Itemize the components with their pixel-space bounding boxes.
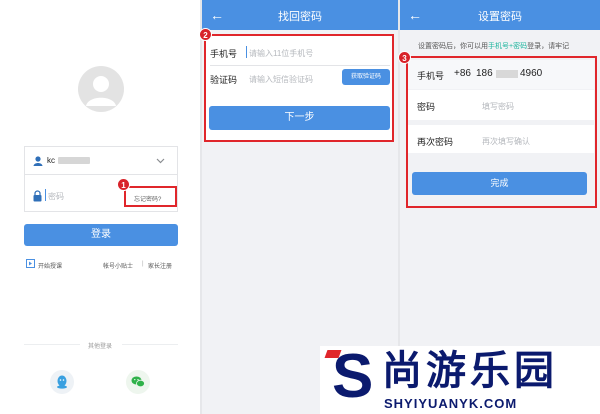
user-icon <box>33 156 43 166</box>
forgot-password-link[interactable]: 忘记密码? <box>134 194 161 203</box>
lock-icon <box>33 190 42 202</box>
recover-titlebar: ← 找回密码 <box>202 0 398 30</box>
parent-register-link[interactable]: 家长注册 <box>148 261 172 270</box>
annotation-box-3 <box>406 56 597 208</box>
username-mosaic <box>58 157 90 164</box>
hint-highlight: 手机号+密码 <box>488 43 528 50</box>
account-tips-link[interactable]: 帐号小贴士 <box>103 261 133 270</box>
setpwd-titlebar: ← 设置密码 <box>400 0 600 30</box>
setpwd-hint: 设置密码后，你可以用手机号+密码登录，请牢记 <box>418 41 569 51</box>
watermark-logo: S <box>324 342 374 411</box>
password-placeholder: 密码 <box>48 192 64 201</box>
watermark-brand: 尚游乐园 <box>382 349 558 393</box>
username-value: kc <box>47 156 55 165</box>
divider-right <box>122 344 178 345</box>
logo-letter: S <box>332 342 374 411</box>
hint-suffix: 登录，请牢记 <box>527 43 570 50</box>
text-cursor <box>45 189 46 201</box>
recover-title: 找回密码 <box>278 11 322 23</box>
username-field[interactable]: kc <box>24 146 178 174</box>
wechat-login-button[interactable] <box>126 370 150 394</box>
chevron-down-icon[interactable] <box>156 158 165 164</box>
start-class-icon[interactable] <box>26 259 35 268</box>
setpwd-title: 设置密码 <box>478 11 522 23</box>
annotation-badge-1: 1 <box>117 178 130 191</box>
login-button[interactable]: 登录 <box>24 224 178 246</box>
wechat-icon <box>131 376 145 388</box>
hint-prefix: 设置密码后，你可以用 <box>418 43 488 50</box>
watermark-url: SHYIYUANYK.COM <box>384 396 518 411</box>
avatar <box>78 66 124 112</box>
annotation-badge-2: 2 <box>199 28 212 41</box>
link-separator: | <box>142 261 144 267</box>
start-class-link[interactable]: 开始授课 <box>38 261 62 270</box>
other-login-label: 其他登录 <box>88 344 113 350</box>
annotation-badge-3: 3 <box>398 51 411 64</box>
qq-login-button[interactable] <box>50 370 74 394</box>
annotation-box-2 <box>204 34 394 142</box>
divider-left <box>24 344 80 345</box>
qq-icon <box>57 375 67 389</box>
login-panel: kc 密码 忘记密码? 1 登录 开始授课 帐号小贴士 | 家长注册 其他登录 <box>0 0 200 414</box>
watermark: S 尚游乐园 SHYIYUANYK.COM <box>320 342 600 414</box>
avatar-icon <box>78 66 124 112</box>
